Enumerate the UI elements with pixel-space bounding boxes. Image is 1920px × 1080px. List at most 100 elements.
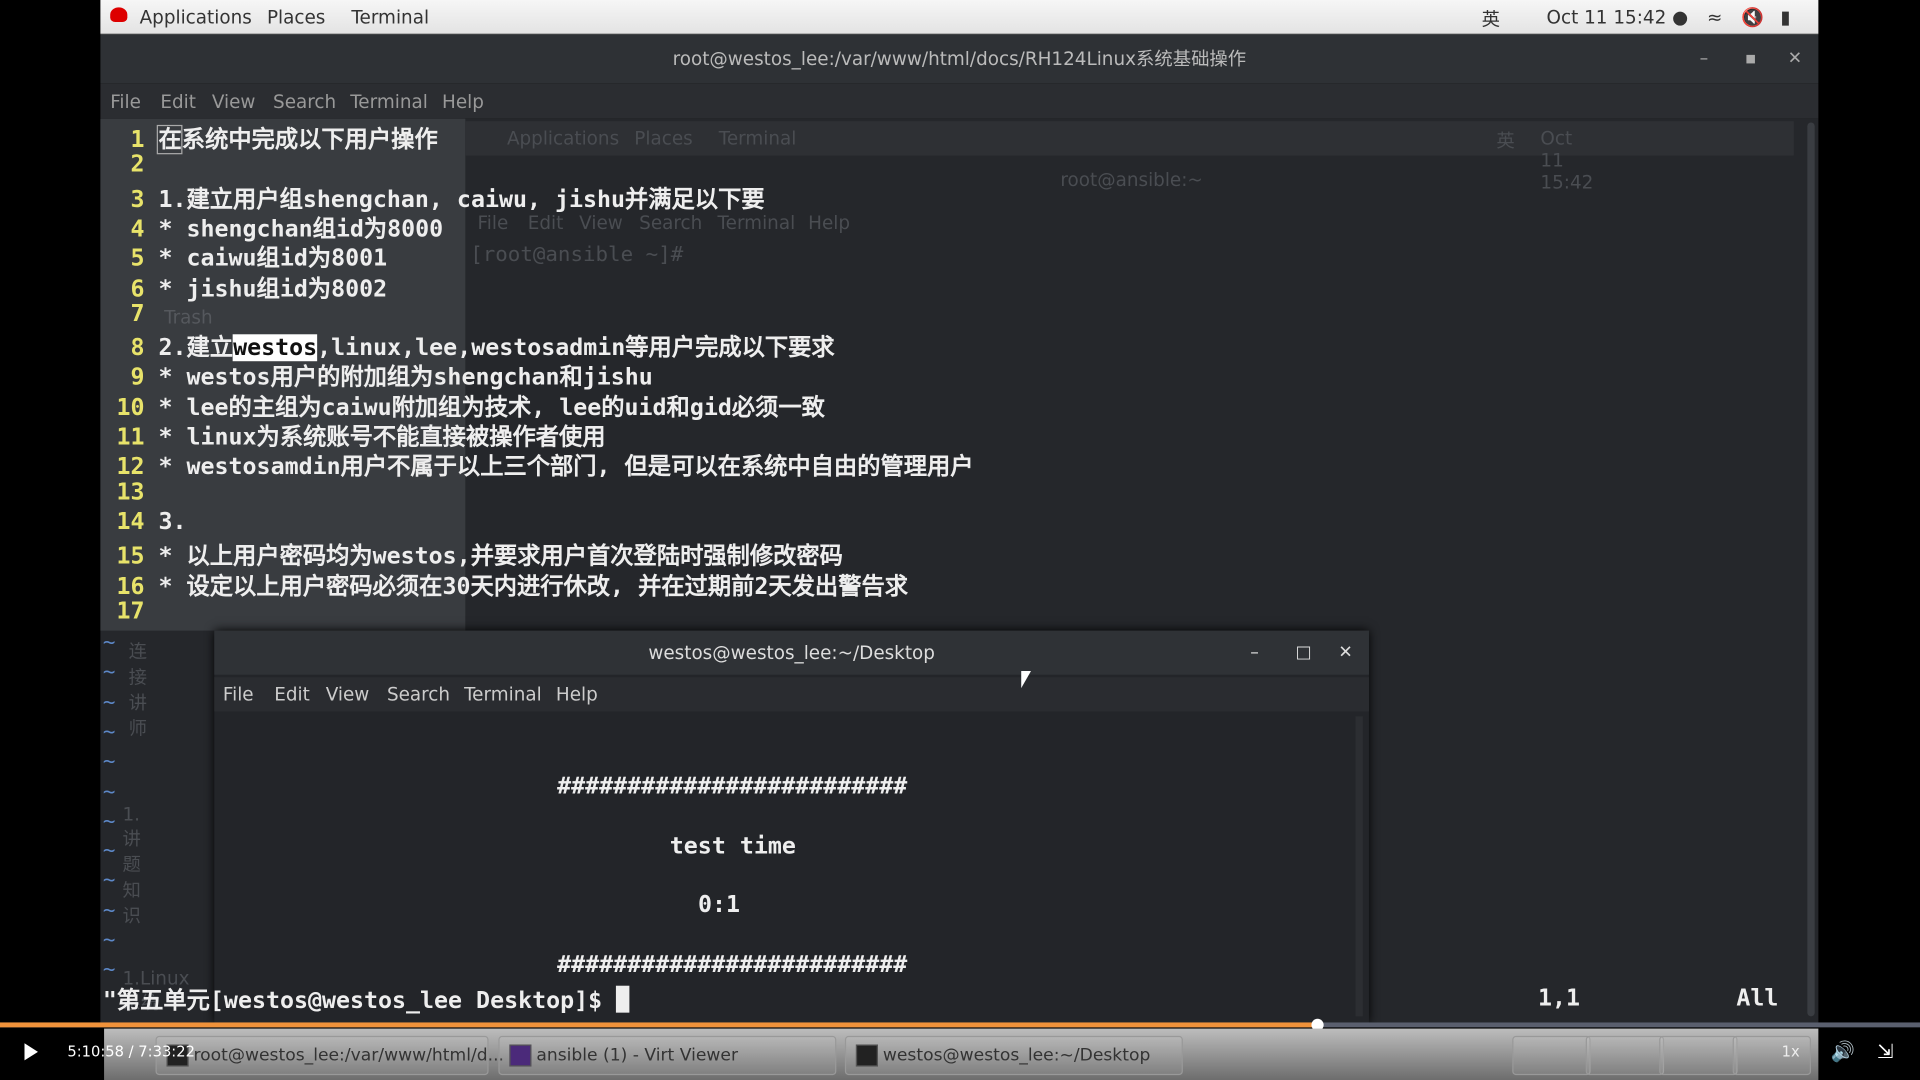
scroll-indicator: All (1736, 984, 1779, 1012)
menu-file[interactable]: File (110, 91, 141, 113)
line-number: 1 (130, 126, 145, 154)
menu-search[interactable]: Search (387, 683, 450, 705)
terminal2-menubar: File Edit View Search Terminal Help (214, 677, 1369, 712)
workspace-3[interactable] (1659, 1035, 1738, 1076)
taskbar-label: root@westos_lee:/var/www/html/d... (193, 1045, 504, 1066)
wifi-icon[interactable]: ≈ (1707, 6, 1722, 28)
ghost-menu: Help (808, 211, 851, 234)
exit-fullscreen-icon[interactable]: ⇲ (1877, 1040, 1893, 1063)
line-number: 16 (116, 572, 145, 600)
menu-search[interactable]: Search (273, 91, 336, 113)
vim-line: 9 * westos用户的附加组为shengchan和jishu (100, 359, 652, 392)
vim-scrollbar[interactable] (1807, 122, 1815, 1017)
terminal2-scrollbar[interactable] (1355, 716, 1363, 1017)
volume-muted-icon[interactable]: 🔇 (1741, 6, 1764, 28)
places-menu[interactable]: Places (267, 6, 325, 28)
taskbar-item-westos-terminal[interactable]: westos@westos_lee:~/Desktop (844, 1035, 1183, 1076)
total-time: 7:33:22 (138, 1043, 195, 1061)
monitor-icon (509, 1044, 532, 1067)
speed-button[interactable]: 1x (1782, 1043, 1800, 1060)
line-text: * 设定以上用户密码必须在30天内进行休改, 并在过期前2天发出警告求 (158, 572, 908, 600)
line-text: * jishu组id为8002 (158, 274, 388, 302)
video-progress-bar[interactable] (0, 1018, 1920, 1032)
empty-line-marker: ~ (102, 749, 116, 775)
main-menubar: File Edit View Search Terminal Help (100, 83, 1819, 119)
current-time: 5:10:58 (67, 1043, 124, 1061)
maximize-button[interactable]: □ (1296, 631, 1312, 675)
vim-line: 14 3. (100, 508, 186, 535)
vim-line: 12 * westosamdin用户不属于以上三个部门, 但是可以在系统中自由的… (100, 449, 973, 482)
line-number: 5 (130, 245, 145, 273)
menu-edit[interactable]: Edit (274, 683, 310, 705)
line-text: 1.建立用户组shengchan, caiwu, jishu并满足以下要 (158, 185, 765, 213)
vim-cmdline[interactable]: "第五单元[westos@westos_lee Desktop]$ (103, 982, 630, 1015)
main-window-titlebar: root@westos_lee:/var/www/html/docs/RH124… (100, 34, 1819, 84)
vim-line: 6 * jishu组id为8002 (100, 270, 387, 303)
top-panel: Applications Places Terminal 英 Oct 11 15… (100, 0, 1819, 35)
line-number: 3 (130, 185, 145, 213)
menu-terminal[interactable]: Terminal (464, 683, 542, 705)
close-button[interactable]: ✕ (1788, 34, 1802, 83)
ghost-prompt: [root@ansible ~]# (470, 242, 696, 267)
menu-edit[interactable]: Edit (160, 91, 196, 113)
ghost-places: Places (634, 127, 693, 150)
taskbar-item-virt-viewer[interactable]: ansible (1) - Virt Viewer (498, 1035, 837, 1076)
menu-help[interactable]: Help (442, 91, 484, 113)
cursor-position: 1,1 (1537, 984, 1580, 1012)
workspace-1[interactable] (1512, 1035, 1591, 1076)
line-number: 17 (116, 597, 145, 625)
minimize-button[interactable]: – (1250, 631, 1259, 675)
applications-menu[interactable]: Applications (140, 6, 252, 28)
clock[interactable]: Oct 11 15:42 ● (1547, 6, 1689, 28)
mouse-cursor-icon (1021, 671, 1032, 689)
menu-help[interactable]: Help (556, 683, 598, 705)
search-highlight: westos (233, 334, 318, 362)
menu-view[interactable]: View (212, 91, 256, 113)
terminal2-title: westos@westos_lee:~/Desktop (648, 641, 935, 664)
empty-line-marker: ~ (102, 630, 116, 656)
workspace-2[interactable] (1585, 1035, 1665, 1076)
minimize-button[interactable]: – (1700, 34, 1709, 83)
menu-terminal[interactable]: Terminal (350, 91, 428, 113)
ghost-menu: Terminal (717, 211, 796, 234)
play-button[interactable] (24, 1043, 38, 1061)
vim-line: 13 (100, 478, 158, 505)
battery-icon[interactable]: ▮ (1780, 6, 1790, 28)
line-text: 在系统中完成以下用户操作 (157, 124, 438, 155)
ghost-label: 1.讲题知识 (122, 803, 141, 927)
menu-file[interactable]: File (223, 683, 254, 705)
line-text: ,linux,lee,westosadmin等用户完成以下要求 (317, 334, 835, 362)
ghost-menu: View (579, 211, 623, 234)
line-text: * caiwu组id为8001 (158, 245, 388, 273)
vim-cursor: 在 (157, 124, 184, 155)
cursor (616, 985, 630, 1013)
taskbar-label: ansible (1) - Virt Viewer (536, 1045, 739, 1066)
menu-view[interactable]: View (326, 683, 370, 705)
line-text: * 以上用户密码均为westos,并要求用户首次登陆时强制修改密码 (158, 542, 843, 570)
line-number: 2 (130, 150, 145, 178)
maximize-button[interactable]: ▪ (1745, 34, 1757, 83)
taskbar-item-main-terminal[interactable]: root@westos_lee:/var/www/html/d... (155, 1035, 504, 1076)
vim-line: 11 * linux为系统账号不能直接被操作者使用 (100, 419, 605, 452)
terminal-output-line: ######################### (557, 772, 908, 800)
terminal2-titlebar: westos@westos_lee:~/Desktop – □ ✕ (214, 630, 1369, 675)
input-method[interactable]: 英 (1482, 6, 1500, 32)
line-number: 6 (130, 274, 145, 302)
terminal-icon (855, 1044, 878, 1067)
line-text: 2.建立 (158, 334, 234, 362)
ghost-menu: Search (639, 211, 703, 234)
volume-icon[interactable]: 🔊 (1831, 1040, 1855, 1063)
line-text: * linux为系统账号不能直接被操作者使用 (158, 423, 606, 451)
line-number: 9 (130, 364, 145, 392)
close-button[interactable]: ✕ (1338, 631, 1352, 675)
ghost-menu: Edit (527, 211, 564, 234)
terminal-menu[interactable]: Terminal (351, 6, 429, 28)
line-number: 11 (116, 423, 145, 451)
vim-line: 17 (100, 597, 158, 624)
line-text: * westos用户的附加组为shengchan和jishu (158, 364, 653, 392)
ghost-ime: 英 (1496, 129, 1515, 152)
vim-line: 10 * lee的主组为caiwu附加组为技术, lee的uid和gid必须一致 (100, 389, 824, 422)
westos-terminal-window: westos@westos_lee:~/Desktop – □ ✕ File E… (214, 630, 1369, 1023)
empty-line-marker: ~ (102, 719, 116, 745)
line-number: 12 (116, 453, 145, 481)
